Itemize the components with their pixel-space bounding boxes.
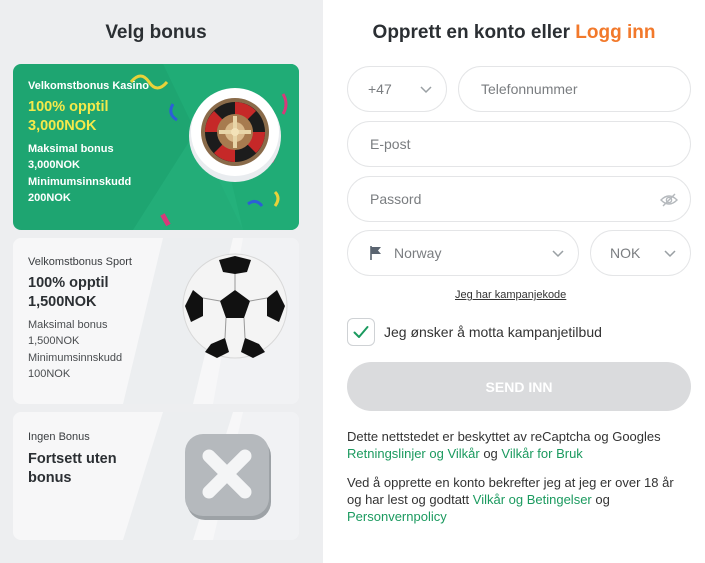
- bonus-headline: 100% opptil: [28, 99, 109, 115]
- checkmark-icon: [353, 326, 369, 338]
- bonus-panel-title: Velg bonus: [105, 22, 207, 43]
- phone-code-value: +47: [368, 81, 392, 97]
- chevron-down-icon: [664, 250, 676, 258]
- country-value: Norway: [394, 245, 442, 261]
- age-confirmation-notice: Ved å opprette en konto bekrefter jeg at…: [347, 474, 687, 525]
- recaptcha-text: Dette nettstedet er beskyttet av reCaptc…: [347, 429, 661, 444]
- password-field[interactable]: [347, 176, 691, 222]
- bonus-headline-2: bonus: [28, 470, 72, 486]
- privacy-policy-link[interactable]: Personvernpolicy: [347, 509, 447, 524]
- email-field[interactable]: [347, 121, 691, 167]
- promo-code-link[interactable]: Jeg har kampanjekode: [455, 289, 566, 301]
- signup-title: Opprett en konto eller Logg inn: [323, 22, 705, 44]
- min-deposit-value: 200NOK: [28, 191, 71, 204]
- max-bonus-value: 1,500NOK: [28, 334, 80, 347]
- close-x-icon: [185, 434, 271, 520]
- bonus-headline: 100% opptil: [28, 275, 109, 291]
- marketing-checkbox-label: Jeg ønsker å motta kampanjetilbud: [384, 324, 602, 340]
- min-deposit-value: 100NOK: [28, 367, 71, 380]
- recaptcha-notice: Dette nettstedet er beskyttet av reCaptc…: [347, 428, 687, 462]
- max-bonus-label: Maksimal bonus: [28, 143, 114, 155]
- bonus-card-casino[interactable]: Velkomstbonus Kasino 100% opptil 3,000NO…: [13, 64, 299, 230]
- max-bonus-label: Maksimal bonus: [28, 319, 108, 331]
- currency-value: NOK: [610, 245, 641, 261]
- password-input[interactable]: [348, 191, 690, 207]
- bonus-card-sport[interactable]: Velkomstbonus Sport 100% opptil 1,500NOK…: [13, 238, 299, 404]
- soccer-ball-icon: [182, 253, 288, 359]
- bonus-headline: Fortsett uten: [28, 451, 117, 467]
- phone-input[interactable]: [459, 81, 690, 97]
- min-deposit-label: Minimumsinnskudd: [28, 352, 123, 364]
- phone-code-select[interactable]: +47: [347, 66, 447, 112]
- recaptcha-and: og: [479, 446, 502, 461]
- signup-title-text: Opprett en konto eller: [372, 22, 576, 43]
- phone-field[interactable]: [458, 66, 691, 112]
- privacy-terms-link[interactable]: Retningslinjer og Vilkår: [347, 446, 480, 461]
- bonus-headline-amount: 3,000NOK: [28, 118, 97, 134]
- flag-icon: [370, 246, 381, 260]
- login-link[interactable]: Logg inn: [575, 22, 655, 43]
- chevron-down-icon: [420, 86, 432, 94]
- bonus-panel: Velg bonus Velkomstbonus Kasino 100% opp…: [0, 0, 323, 563]
- bonus-name: Velkomstbonus Sport: [28, 256, 132, 268]
- marketing-opt-in[interactable]: Jeg ønsker å motta kampanjetilbud: [347, 318, 602, 346]
- country-select[interactable]: Norway: [347, 230, 579, 276]
- chevron-down-icon: [552, 250, 564, 258]
- terms-of-use-link[interactable]: Vilkår for Bruk: [501, 446, 582, 461]
- max-bonus-value: 3,000NOK: [28, 158, 80, 171]
- age-confirmation-and: og: [591, 492, 610, 507]
- marketing-checkbox[interactable]: [347, 318, 375, 346]
- email-input[interactable]: [348, 136, 690, 152]
- currency-select[interactable]: NOK: [590, 230, 691, 276]
- submit-button[interactable]: SEND INN: [347, 362, 691, 411]
- bonus-headline-amount: 1,500NOK: [28, 294, 97, 310]
- roulette-wheel-icon: [189, 88, 281, 182]
- bonus-card-none[interactable]: Ingen Bonus Fortsett uten bonus: [13, 412, 299, 540]
- min-deposit-label: Minimumsinnskudd: [28, 176, 132, 188]
- terms-conditions-link[interactable]: Vilkår og Betingelser: [473, 492, 592, 507]
- bonus-name: Velkomstbonus Kasino: [28, 80, 150, 92]
- bonus-name: Ingen Bonus: [28, 431, 90, 443]
- eye-off-icon[interactable]: [660, 192, 678, 208]
